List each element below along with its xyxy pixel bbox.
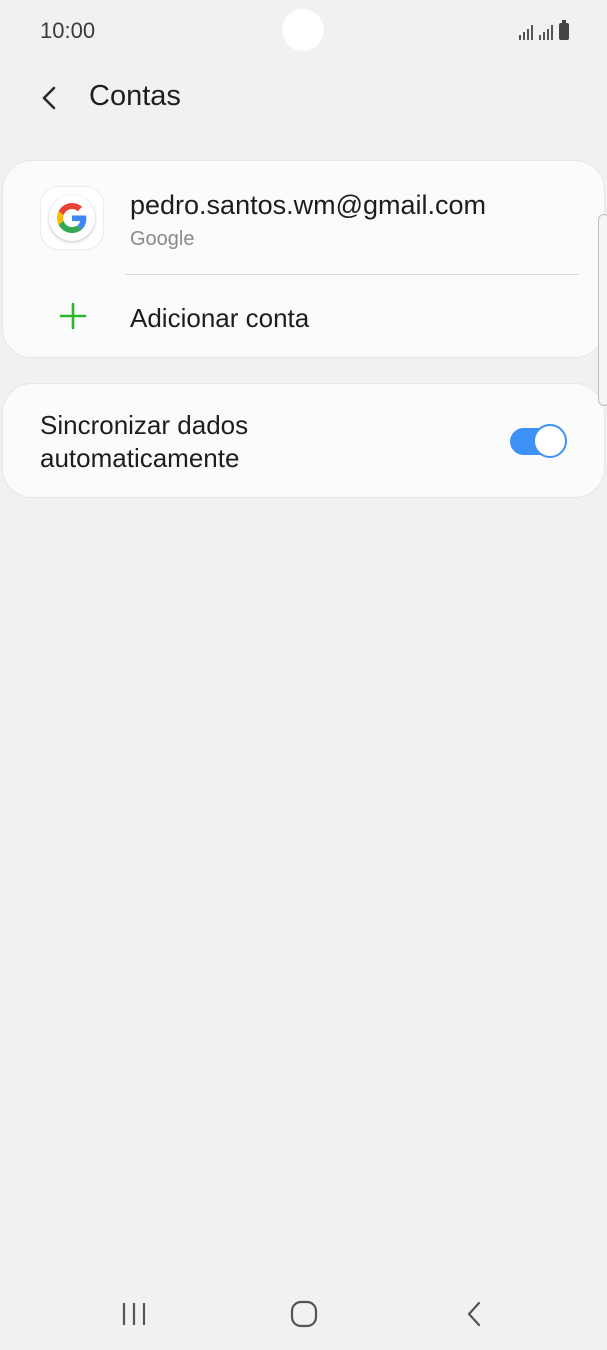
status-time: 10:00 [40, 18, 96, 43]
sync-label: Sincronizar dados automaticamente [40, 410, 249, 473]
plus-icon [59, 302, 87, 330]
recents-button[interactable] [114, 1296, 154, 1332]
home-icon [290, 1300, 318, 1328]
sync-toggle[interactable] [508, 424, 567, 458]
scroll-indicator[interactable] [598, 214, 607, 406]
accounts-card: pedro.santos.wm@gmail.com Google Adicion… [2, 160, 605, 358]
camera-cutout [282, 9, 324, 51]
signal-icon [539, 24, 553, 40]
app-header: Contas [0, 72, 607, 124]
toggle-thumb [533, 424, 567, 458]
recents-icon [122, 1303, 146, 1325]
account-provider: Google [130, 228, 195, 250]
status-bar: 10:00 [0, 0, 607, 62]
chevron-left-icon [42, 86, 56, 110]
status-icons [519, 20, 569, 40]
home-button[interactable] [284, 1296, 324, 1332]
nav-back-button[interactable] [454, 1296, 494, 1332]
add-account-label: Adicionar conta [130, 303, 310, 333]
account-item-google[interactable]: pedro.santos.wm@gmail.com Google [3, 161, 604, 274]
navigation-bar [0, 1278, 607, 1350]
back-icon [467, 1301, 481, 1327]
battery-icon [559, 20, 569, 40]
sync-card: Sincronizar dados automaticamente [2, 383, 605, 498]
back-button[interactable] [30, 78, 70, 118]
sync-setting-row[interactable]: Sincronizar dados automaticamente [3, 384, 604, 497]
signal-icon [519, 24, 533, 40]
add-account-button[interactable]: Adicionar conta [3, 275, 604, 358]
google-logo-icon [40, 186, 104, 250]
page-title: Contas [89, 80, 181, 112]
account-email: pedro.santos.wm@gmail.com [130, 190, 487, 220]
